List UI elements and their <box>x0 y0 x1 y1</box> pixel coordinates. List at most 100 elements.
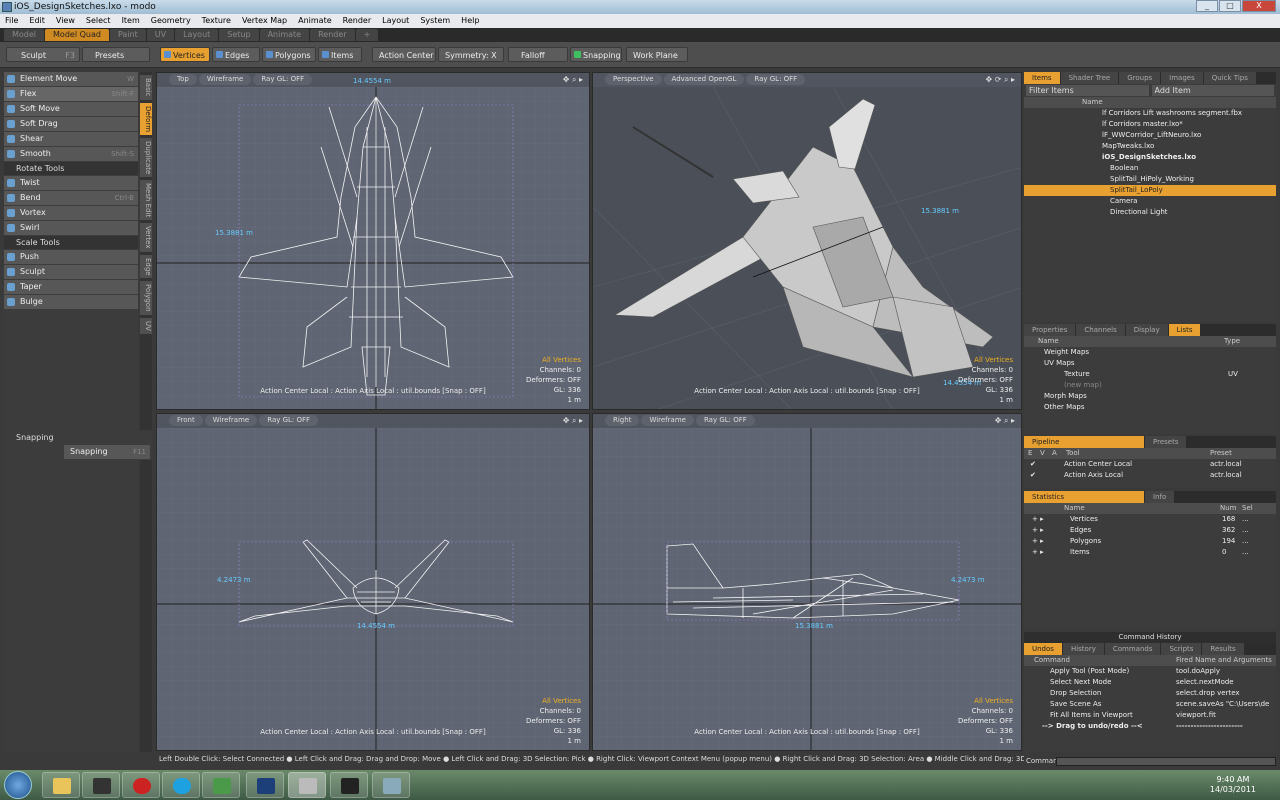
tab-groups[interactable]: Groups <box>1119 72 1161 84</box>
vtab-uv[interactable]: UV <box>140 317 152 334</box>
item-row[interactable]: iOS_DesignSketches.lxo <box>1024 152 1276 163</box>
shading-dropdown[interactable]: Wireframe <box>641 415 694 426</box>
stat-row[interactable]: + ▸ Items 0... <box>1024 547 1276 558</box>
tab-images[interactable]: Images <box>1161 72 1203 84</box>
expand-icon[interactable]: + ▸ <box>1032 536 1044 547</box>
snapping-toggle[interactable]: Snapping <box>570 47 622 62</box>
taskbar-opera[interactable] <box>122 772 160 798</box>
item-row[interactable]: Boolean <box>1024 163 1276 174</box>
tool-soft-drag[interactable]: Soft Drag <box>4 117 138 131</box>
close-button[interactable]: X <box>1242 0 1276 12</box>
menu-geometry[interactable]: Geometry <box>146 14 197 28</box>
tool-swirl[interactable]: Swirl <box>4 221 138 235</box>
taskbar-xmplay[interactable] <box>82 772 120 798</box>
expand-icon[interactable]: + ▸ <box>1032 525 1044 536</box>
tool-push[interactable]: Push <box>4 250 138 264</box>
tool-twist[interactable]: Twist <box>4 176 138 190</box>
menu-vertex-map[interactable]: Vertex Map <box>237 14 293 28</box>
menu-view[interactable]: View <box>51 14 81 28</box>
view-mode-dropdown[interactable]: Front <box>169 415 203 426</box>
start-button[interactable] <box>4 771 32 799</box>
tab-animate[interactable]: Animate <box>259 29 310 41</box>
item-row[interactable]: MapTweaks.lxo <box>1024 141 1276 152</box>
tab-history[interactable]: History <box>1062 643 1104 655</box>
vertices-button[interactable]: Vertices <box>160 47 210 62</box>
shading-dropdown[interactable]: Advanced OpenGL <box>663 74 745 85</box>
list-row[interactable]: (new map) <box>1024 380 1276 391</box>
viewport-nav-icons[interactable]: ✥ ⌕ ▸ <box>563 75 583 85</box>
menu-item[interactable]: Item <box>117 14 146 28</box>
view-mode-dropdown[interactable]: Right <box>605 415 640 426</box>
list-row[interactable]: UV Maps <box>1024 358 1276 369</box>
menu-help[interactable]: Help <box>456 14 485 28</box>
pipeline-row[interactable]: ✔ Action Center Local actr.local <box>1024 459 1276 470</box>
item-row-selected[interactable]: SplitTail_LoPoly <box>1024 185 1276 196</box>
viewport-nav-icons[interactable]: ✥ ⟳ ⌕ ▸ <box>985 75 1015 85</box>
raygl-toggle[interactable]: Ray GL: OFF <box>253 74 313 85</box>
polygons-button[interactable]: Polygons <box>262 47 316 62</box>
item-row[interactable]: lf Corridors master.lxo* <box>1024 119 1276 130</box>
menu-select[interactable]: Select <box>81 14 117 28</box>
sculpt-button[interactable]: Sculpt F3 <box>6 47 80 62</box>
menu-file[interactable]: File <box>0 14 24 28</box>
shading-dropdown[interactable]: Wireframe <box>198 74 252 85</box>
tool-sculpt[interactable]: Sculpt <box>4 265 138 279</box>
rotate-tools-header[interactable]: Rotate Tools <box>4 162 138 175</box>
vtab-deform[interactable]: Deform <box>140 102 152 135</box>
tab-uv[interactable]: UV <box>146 29 175 41</box>
items-button[interactable]: Items <box>318 47 362 62</box>
tab-pipeline[interactable]: Pipeline <box>1024 436 1144 448</box>
view-mode-dropdown[interactable]: Top <box>169 74 197 85</box>
view-mode-dropdown[interactable]: Perspective <box>605 74 662 85</box>
stat-row[interactable]: + ▸ Vertices 168... <box>1024 514 1276 525</box>
symmetry-dropdown[interactable]: Symmetry: X <box>438 47 504 62</box>
tab-channels[interactable]: Channels <box>1076 324 1125 336</box>
command-row[interactable]: Apply Tool (Post Mode) tool.doApply <box>1024 666 1276 677</box>
tab-commands[interactable]: Commands <box>1104 643 1161 655</box>
tab-shader-tree[interactable]: Shader Tree <box>1060 72 1119 84</box>
raygl-toggle[interactable]: Ray GL: OFF <box>746 74 806 85</box>
snapping-button[interactable]: Snapping F11 <box>64 445 150 459</box>
scale-tools-header[interactable]: Scale Tools <box>4 236 138 249</box>
tab-setup[interactable]: Setup <box>219 29 259 41</box>
tab-display[interactable]: Display <box>1125 324 1168 336</box>
viewport-right[interactable]: Right Wireframe Ray GL: OFF ✥ ⌕ ▸ 4.2473… <box>592 413 1022 751</box>
stat-row[interactable]: + ▸ Edges 362... <box>1024 525 1276 536</box>
maximize-button[interactable]: □ <box>1219 0 1241 12</box>
stat-row[interactable]: + ▸ Polygons 194... <box>1024 536 1276 547</box>
expand-icon[interactable]: + ▸ <box>1032 547 1044 558</box>
command-input[interactable] <box>1056 757 1276 766</box>
system-clock[interactable]: 9:40 AM 14/03/2011 <box>1210 775 1256 795</box>
raygl-toggle[interactable]: Ray GL: OFF <box>259 415 319 426</box>
item-row[interactable]: SplitTail_HiPoly_Working <box>1024 174 1276 185</box>
list-row[interactable]: Morph Maps <box>1024 391 1276 402</box>
list-row[interactable]: Weight Maps <box>1024 347 1276 358</box>
command-row[interactable]: Select Next Mode select.nextMode <box>1024 677 1276 688</box>
item-row[interactable]: lf Corridors Lift washrooms segment.fbx <box>1024 108 1276 119</box>
add-item-dropdown[interactable]: Add Item <box>1151 85 1274 96</box>
tab-info[interactable]: Info <box>1145 491 1175 503</box>
viewport-nav-icons[interactable]: ✥ ⌕ ▸ <box>995 416 1015 426</box>
tool-flex[interactable]: Flex Shift-F <box>4 87 138 101</box>
snapping-header[interactable]: Snapping <box>4 431 152 444</box>
taskbar-unity[interactable] <box>330 772 368 798</box>
viewport-perspective[interactable]: Perspective Advanced OpenGL Ray GL: OFF … <box>592 72 1022 410</box>
edges-button[interactable]: Edges <box>212 47 260 62</box>
presets-button[interactable]: Presets <box>82 47 150 62</box>
pipeline-row[interactable]: ✔ Action Axis Local actr.local <box>1024 470 1276 481</box>
menu-animate[interactable]: Animate <box>293 14 338 28</box>
raygl-toggle[interactable]: Ray GL: OFF <box>695 415 755 426</box>
taskbar-explorer[interactable] <box>42 772 80 798</box>
taskbar-modo[interactable] <box>288 772 326 798</box>
tab-statistics[interactable]: Statistics <box>1024 491 1144 503</box>
tab-lists[interactable]: Lists <box>1168 324 1201 336</box>
vtab-mesh-edit[interactable]: Mesh Edit <box>140 179 152 221</box>
tab-model[interactable]: Model <box>4 29 45 41</box>
list-row[interactable]: Other Maps <box>1024 402 1276 413</box>
expand-icon[interactable]: + ▸ <box>1032 514 1044 525</box>
action-center-dropdown[interactable]: Action Center <box>372 47 436 62</box>
viewport-top[interactable]: Top Wireframe Ray GL: OFF ✥ ⌕ ▸ 14.4554 … <box>156 72 590 410</box>
taskbar-app[interactable] <box>372 772 410 798</box>
menu-render[interactable]: Render <box>338 14 377 28</box>
command-row[interactable]: Save Scene As scene.saveAs "C:\Users\de <box>1024 699 1276 710</box>
